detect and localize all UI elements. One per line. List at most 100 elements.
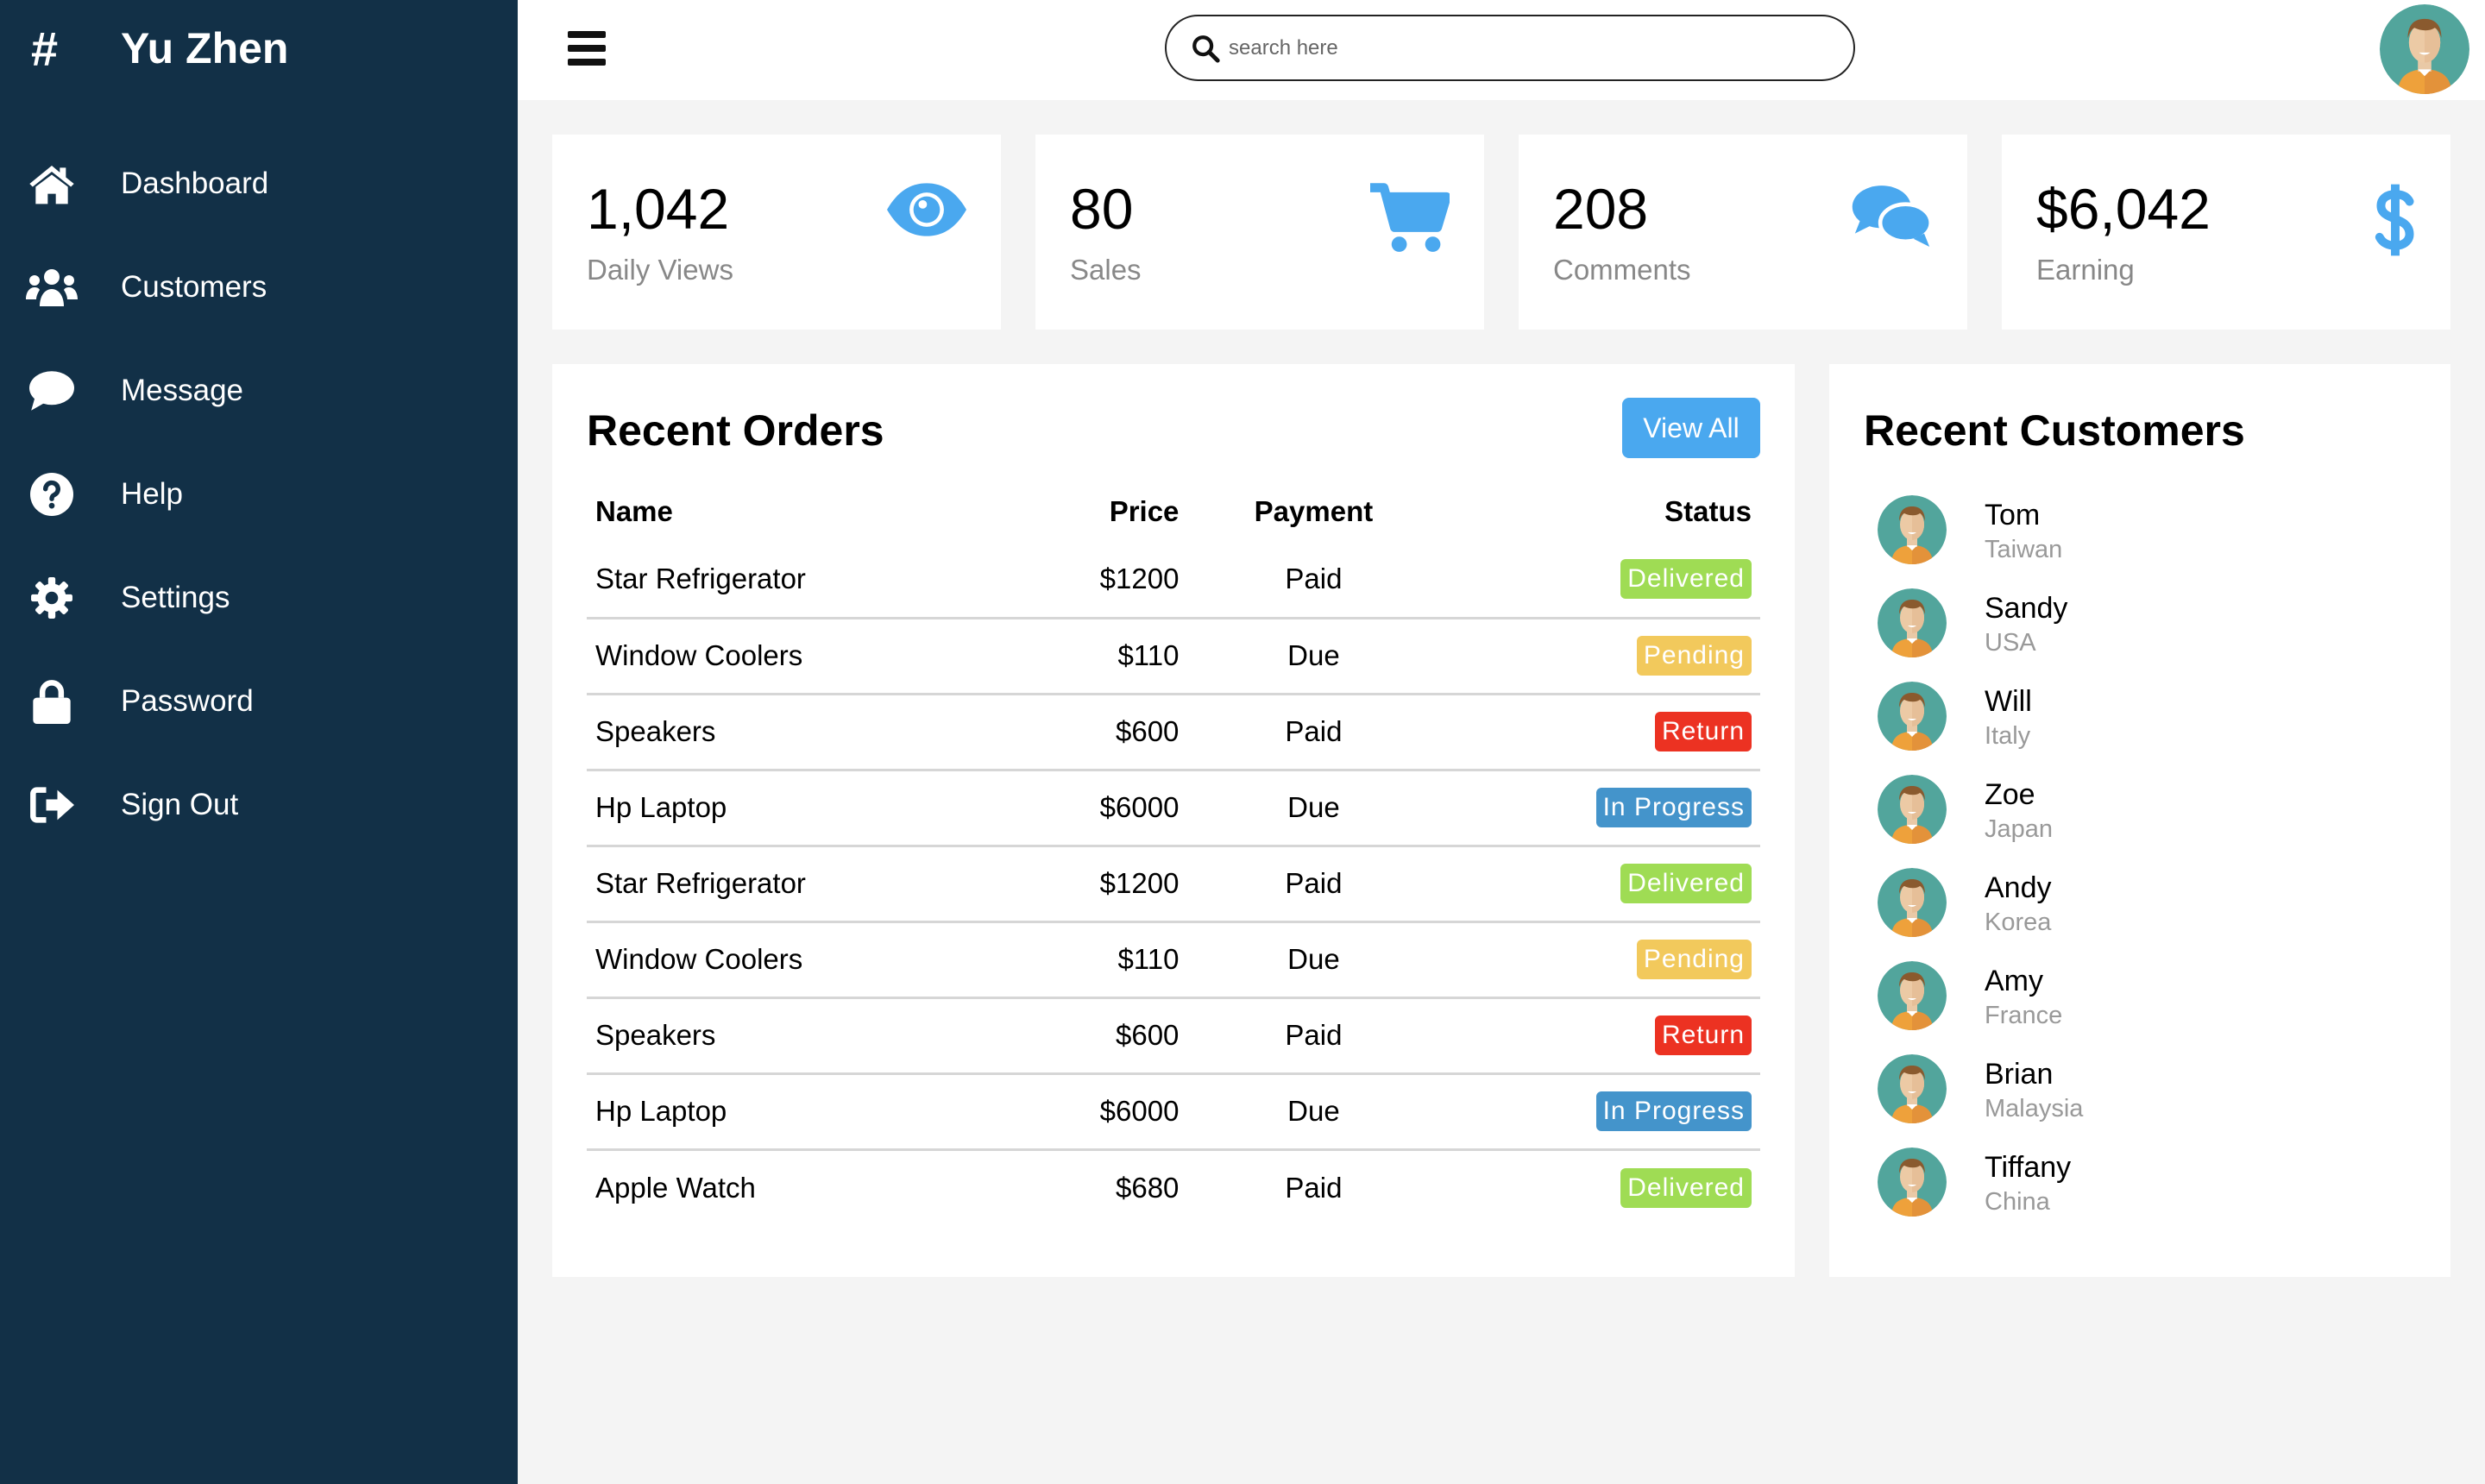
sidebar-item-customers[interactable]: Customers [0, 236, 518, 339]
order-payment: Paid [1187, 542, 1440, 619]
search-box[interactable] [1165, 15, 1855, 81]
recent-customers-title: Recent Customers [1864, 406, 2245, 455]
sidebar: # Yu Zhen Dashboard Customers Message Help S… [0, 0, 518, 1484]
avatar [1878, 1053, 1947, 1128]
order-name: Hp Laptop [587, 770, 1010, 847]
table-row[interactable]: Apple Watch $680 Paid Delivered [587, 1149, 1760, 1225]
avatar [1878, 681, 1947, 755]
gear-icon [0, 576, 121, 619]
sidebar-item-message[interactable]: Message [0, 339, 518, 443]
stat-label: Earning [2036, 254, 2135, 286]
order-name: Star Refrigerator [587, 542, 1010, 619]
avatar [1878, 494, 1947, 569]
customer-country: USA [1985, 629, 2036, 657]
avatar [1878, 1147, 1947, 1221]
status-badge: Pending [1636, 636, 1752, 676]
sidebar-item-label: Message [121, 374, 244, 407]
stat-value: $6,042 [2036, 177, 2211, 241]
stat-label: Daily Views [587, 254, 733, 286]
table-row[interactable]: Window Coolers $110 Due Pending [587, 618, 1760, 695]
customer-item[interactable]: Andy Korea [1878, 858, 2083, 951]
search-input[interactable] [1229, 35, 1833, 60]
order-price: $600 [1009, 694, 1188, 771]
customer-name: Andy [1985, 871, 2052, 904]
order-price: $600 [1009, 997, 1188, 1075]
stat-label: Sales [1070, 254, 1142, 286]
eye-icon [887, 183, 966, 241]
status-badge: In Progress [1595, 1091, 1752, 1131]
customer-item[interactable]: Amy France [1878, 951, 2083, 1044]
customer-item[interactable]: Tom Taiwan [1878, 485, 2083, 578]
order-price: $110 [1009, 921, 1188, 999]
view-all-button[interactable]: View All [1622, 398, 1760, 458]
column-header-price: Price [1109, 495, 1180, 527]
customer-name: Tiffany [1985, 1151, 2072, 1184]
status-badge: In Progress [1595, 788, 1752, 827]
order-payment: Due [1187, 921, 1440, 999]
sidebar-item-password[interactable]: Password [0, 650, 518, 753]
stat-card-earning: $6,042 Earning [2002, 135, 2450, 330]
sidebar-item-label: Settings [121, 581, 230, 614]
sidebar-item-sign-out[interactable]: Sign Out [0, 753, 518, 857]
recent-orders-title: Recent Orders [587, 406, 884, 455]
avatar [1878, 960, 1947, 1034]
avatar [1878, 774, 1947, 848]
column-header-name: Name [595, 495, 673, 527]
sidebar-nav: Dashboard Customers Message Help Settings Pas… [0, 132, 518, 857]
user-avatar[interactable] [2380, 4, 2469, 98]
order-price: $6000 [1009, 1073, 1188, 1151]
order-name: Window Coolers [587, 618, 1010, 695]
table-row[interactable]: Speakers $600 Paid Return [587, 997, 1760, 1075]
comments-icon [1852, 183, 1934, 251]
customer-item[interactable]: Zoe Japan [1878, 764, 2083, 858]
brand[interactable]: # Yu Zhen [31, 16, 288, 81]
menu-toggle-icon[interactable] [568, 31, 606, 66]
customer-country: Korea [1985, 909, 2052, 936]
table-row[interactable]: Hp Laptop $6000 Due In Progress [587, 1073, 1760, 1151]
order-payment: Paid [1187, 846, 1440, 923]
order-payment: Paid [1285, 1171, 1343, 1204]
table-row[interactable]: Hp Laptop $6000 Due In Progress [587, 770, 1760, 847]
cart-icon [1370, 183, 1451, 258]
customer-name: Sandy [1985, 592, 2068, 625]
customer-name: Will [1985, 685, 2032, 718]
stat-value: 1,042 [587, 177, 730, 241]
stat-label: Comments [1553, 254, 1691, 286]
table-row[interactable]: Speakers $600 Paid Return [587, 694, 1760, 771]
table-row[interactable]: Window Coolers $110 Due Pending [587, 921, 1760, 999]
table-row[interactable]: Star Refrigerator $1200 Paid Delivered [587, 542, 1760, 619]
customer-item[interactable]: Tiffany China [1878, 1137, 2083, 1230]
column-header-payment: Payment [1254, 495, 1374, 527]
sidebar-item-label: Dashboard [121, 167, 269, 200]
customer-country: Italy [1985, 722, 2031, 750]
sidebar-item-help[interactable]: Help [0, 443, 518, 546]
avatar [1878, 867, 1947, 941]
recent-orders-panel: Recent Orders View All Name Price Paymen… [552, 364, 1795, 1277]
table-row[interactable]: Star Refrigerator $1200 Paid Delivered [587, 846, 1760, 923]
customer-item[interactable]: Brian Malaysia [1878, 1044, 2083, 1137]
orders-table: Name Price Payment Status Star Refrigera… [587, 481, 1760, 1225]
order-payment: Due [1187, 1073, 1440, 1151]
customer-country: Taiwan [1985, 536, 2063, 563]
avatar [1878, 588, 1947, 662]
status-badge: Delivered [1620, 864, 1752, 903]
order-price: $680 [1116, 1171, 1180, 1204]
customer-item[interactable]: Sandy USA [1878, 578, 2083, 671]
home-icon [0, 161, 121, 206]
order-payment: Due [1187, 618, 1440, 695]
order-name: Speakers [587, 997, 1010, 1075]
sidebar-item-label: Customers [121, 270, 267, 304]
hash-icon: # [31, 21, 59, 76]
brand-name: Yu Zhen [121, 24, 289, 72]
status-badge: Delivered [1620, 1167, 1752, 1208]
order-name: Window Coolers [587, 921, 1010, 999]
customer-item[interactable]: Will Italy [1878, 671, 2083, 764]
status-badge: Return [1654, 1016, 1752, 1055]
sidebar-item-dashboard[interactable]: Dashboard [0, 132, 518, 236]
customer-list: Tom Taiwan Sandy USA Will Italy Zoe Japan Andy Ko… [1878, 485, 2083, 1230]
stat-value: 80 [1070, 177, 1134, 241]
order-price: $6000 [1009, 770, 1188, 847]
sidebar-item-settings[interactable]: Settings [0, 546, 518, 650]
sign-out-icon [0, 786, 121, 824]
customer-country: Malaysia [1985, 1095, 2084, 1122]
